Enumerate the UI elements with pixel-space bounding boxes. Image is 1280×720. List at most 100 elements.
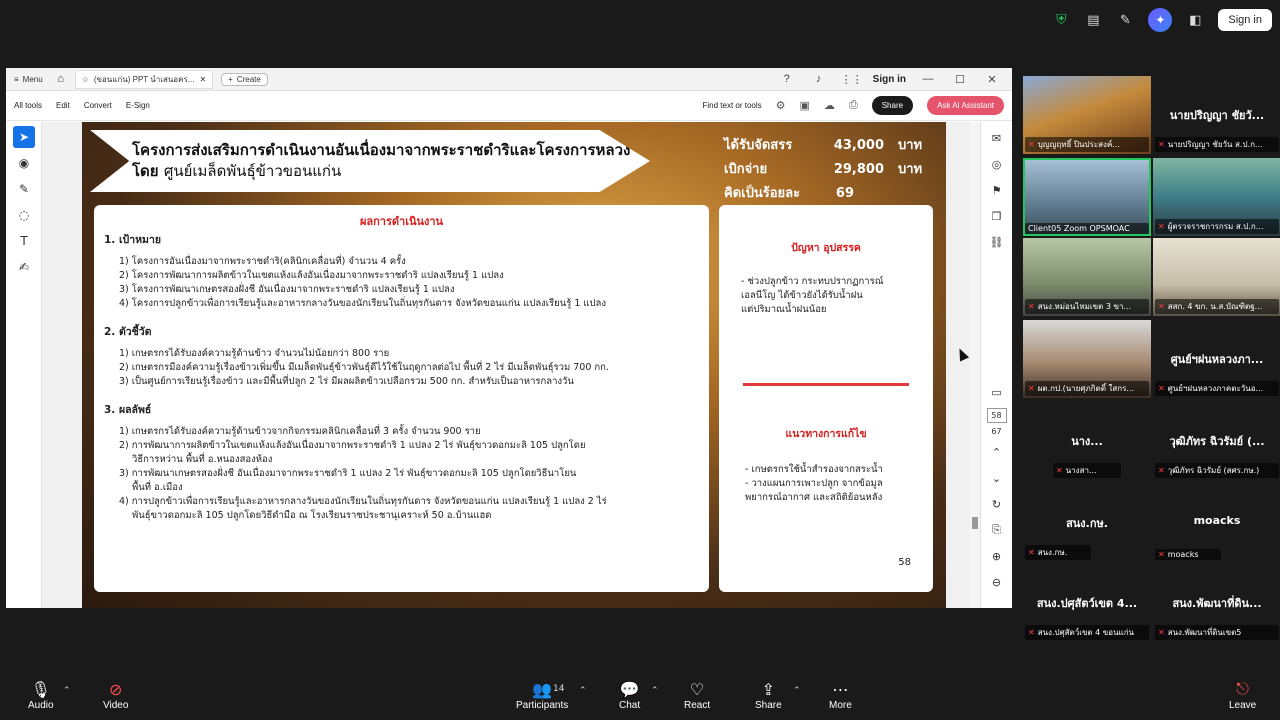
create-button[interactable]: + Create (221, 72, 268, 86)
menu-all-tools[interactable]: All tools (14, 101, 42, 110)
menu-esign[interactable]: E-Sign (126, 101, 150, 110)
zoom-in-icon[interactable]: ⊕ (987, 546, 1007, 566)
shared-screen-acrobat: ≡ Menu ⌂ ☆ (ขอนแก่น) PPT นำเสนอคร... ✕ +… (6, 68, 1012, 608)
ai-panel-icon[interactable]: ◎ (987, 154, 1007, 174)
share-screen-button[interactable]: ⇪ Share (755, 680, 782, 711)
audio-options-caret-icon[interactable]: ⌃ (63, 686, 71, 696)
acrobat-signin-button[interactable]: Sign in (873, 74, 906, 85)
chat-button[interactable]: 💬 Chat (619, 680, 640, 711)
participant-big-name: นายปริญญา ชัยวั... (1169, 109, 1265, 122)
share-button[interactable]: Share (871, 96, 914, 115)
select-cursor-icon[interactable]: ➤ (13, 126, 35, 148)
video-button[interactable]: ⊘ Video (103, 680, 128, 711)
list-item: 3) การพัฒนาเกษตรสองฝั่งชี อันเนื่องมาจาก… (119, 468, 577, 479)
ai-companion-icon[interactable]: ✦ (1148, 8, 1173, 32)
participant-tile[interactable]: วุฒิภัทร ฉิวรัมย์ (... ✕ วุฒิภัทร ฉิวรัมย… (1153, 402, 1280, 480)
save-icon[interactable]: ▣ (800, 99, 810, 112)
slide-title-banner: โครงการส่งเสริมการดำเนินงานอันเนื่องมาจา… (90, 130, 650, 192)
participant-tile[interactable]: นาง... ✕ นางสา... (1023, 402, 1151, 480)
stamp-icon[interactable]: ✍ (13, 256, 35, 278)
slide-title-line2: ศูนย์เมล็ดพันธุ์ข้าวขอนแก่น (163, 162, 342, 180)
participant-tile[interactable]: สนง.ปศุสัตว์เขต 4... ✕ สนง.ปศุสัตว์เขต 4 … (1023, 564, 1151, 642)
participant-tile[interactable]: สนง.กษ. ✕ สนง.กษ. (1023, 484, 1151, 562)
heart-icon: ♡ (689, 682, 705, 699)
text-box-icon[interactable]: T (13, 230, 35, 252)
react-button[interactable]: ♡ React (684, 680, 710, 711)
participant-name: ✕ สนง.ปศุสัตว์เขต 4 ขอนแก่น (1025, 625, 1149, 640)
participant-big-name: สนง.กษ. (1066, 517, 1108, 530)
bell-icon[interactable]: ♪ (809, 73, 829, 85)
budget-value: 29,800 (833, 162, 884, 177)
scroll-thumb[interactable] (972, 517, 978, 529)
comment-icon[interactable]: ◉ (13, 152, 35, 174)
vertical-scrollbar[interactable] (970, 122, 980, 608)
menu-button[interactable]: ≡ Menu (6, 75, 51, 84)
chevron-down-icon[interactable]: ⌄ (987, 468, 1007, 488)
menu-edit[interactable]: Edit (56, 101, 70, 110)
participant-name-text: สนง.ปศุสัตว์เขต 4 ขอนแก่น (1037, 628, 1135, 637)
budget-row: เบิกจ่าย 29,800 บาท (724, 158, 922, 182)
pen-icon[interactable]: ✎ (13, 178, 35, 200)
minimize-icon[interactable]: — (918, 73, 938, 85)
participant-name-text: ศูนย์ฯฝนหลวงภาคตะวันอ... (1167, 384, 1264, 393)
extract-icon[interactable]: ⎘ (987, 520, 1007, 540)
shield-icon[interactable]: ⛨ (1052, 11, 1070, 29)
attachment-icon[interactable]: ⛓ (987, 232, 1007, 252)
participants-caret-icon[interactable]: ⌃ (579, 686, 587, 696)
participant-tile-active-speaker[interactable]: Client05 Zoom OPSMOAC (1023, 158, 1151, 236)
bookmark-icon[interactable]: ⚑ (987, 180, 1007, 200)
audio-button[interactable]: 🎙 Audio (28, 680, 54, 711)
participant-name: ✕ ศูนย์ฯฝนหลวงภาคตะวันอ... (1155, 381, 1279, 396)
zoom-control-bar: 🎙 Audio ⌃ ⊘ Video 👥 Participants 14 ⌃ 💬 … (0, 672, 1280, 720)
lasso-icon[interactable]: ◌ (13, 204, 35, 226)
document-viewer[interactable]: โครงการส่งเสริมการดำเนินงานอันเนื่องมาจา… (42, 122, 980, 608)
participant-tile[interactable]: ✕ ผู้ตรวจราชการกรม ส.ป.ก... (1153, 158, 1280, 236)
notes-icon[interactable]: ▤ (1084, 11, 1102, 29)
participant-tile[interactable]: สนง.พัฒนาที่ดิน... ✕ สนง.พัฒนาที่ดินเขต5 (1153, 564, 1280, 642)
zoom-signin-button[interactable]: Sign in (1218, 9, 1272, 31)
more-button[interactable]: ⋯ More (829, 680, 852, 711)
close-tab-icon[interactable]: ✕ (199, 75, 206, 84)
participant-tile[interactable]: นายปริญญา ชัยวั... ✕ นายปริญญา ชัยวัน ส.ป… (1153, 76, 1280, 154)
results-title: ผลการดำเนินงาน (359, 215, 444, 228)
close-window-icon[interactable]: ✕ (982, 73, 1002, 86)
maximize-icon[interactable]: ☐ (950, 73, 970, 86)
participant-tile[interactable]: ✕ สสก. 4 ขก. น.ส.บัณฑิตฐ... (1153, 238, 1280, 316)
ai-tools-icon[interactable]: ⚙ (776, 99, 786, 112)
menu-convert[interactable]: Convert (84, 101, 112, 110)
copy-icon[interactable]: ❐ (987, 206, 1007, 226)
leave-button[interactable]: ⎋ Leave (1229, 680, 1256, 711)
share-caret-icon[interactable]: ⌃ (793, 686, 801, 696)
apps-icon[interactable]: ◧ (1186, 11, 1204, 29)
ask-ai-assistant-button[interactable]: Ask AI Assistant (927, 96, 1004, 115)
plus-icon: + (228, 74, 233, 84)
whiteboard-icon[interactable]: ✎ (1116, 11, 1134, 29)
chat-caret-icon[interactable]: ⌃ (651, 686, 659, 696)
find-text-input[interactable]: Find text or tools (702, 101, 761, 110)
budget-summary: ได้รับจัดสรร 43,000 บาท เบิกจ่าย 29,800 บาท … (724, 134, 922, 206)
upload-icon[interactable]: ☁ (824, 99, 835, 112)
rotate-icon[interactable]: ↻ (987, 494, 1007, 514)
help-icon[interactable]: ? (777, 73, 797, 85)
zoom-out-icon[interactable]: ⊖ (987, 572, 1007, 592)
present-icon[interactable]: ▭ (987, 382, 1007, 402)
document-tab[interactable]: ☆ (ขอนแก่น) PPT นำเสนอคร... ✕ (74, 69, 214, 89)
solutions-text: - เกษตรกรใช้น้ำสำรองจากสระน้ำ - วางแผนกา… (745, 463, 923, 505)
budget-row: คิดเป็นร้อยละ 69 (724, 182, 922, 206)
home-icon[interactable]: ⌂ (51, 73, 71, 85)
comment-panel-icon[interactable]: ✉ (987, 128, 1007, 148)
participant-tile[interactable]: ✕ ผต.กป.(นายศุภกิตติ์ ใสกร... (1023, 320, 1151, 398)
chevron-up-icon[interactable]: ⌃ (987, 442, 1007, 462)
print-icon[interactable]: ⎙ (849, 99, 858, 112)
star-icon[interactable]: ☆ (82, 75, 89, 84)
audio-label: Audio (28, 700, 54, 711)
participant-tile[interactable]: ศูนย์ฯฝนหลวงภา... ✕ ศูนย์ฯฝนหลวงภาคตะวันอ… (1153, 320, 1280, 398)
participant-name-text: บุญญฤทธิ์ ปินประสงค์... (1037, 140, 1120, 149)
participant-tile[interactable]: moacks ✕ moacks (1153, 484, 1280, 562)
participant-tile[interactable]: ✕ สนง.หม่อนไหมเขต 3 ขา... (1023, 238, 1151, 316)
muted-mic-icon: ✕ (1158, 302, 1165, 311)
participant-tile[interactable]: ✕ บุญญฤทธิ์ ปินประสงค์... (1023, 76, 1151, 154)
current-page-field[interactable]: 58 (986, 408, 1007, 423)
section-indicators-heading: 2. ตัวชี้วัด (104, 326, 152, 338)
apps-grid-icon[interactable]: ⋮⋮ (841, 73, 863, 86)
